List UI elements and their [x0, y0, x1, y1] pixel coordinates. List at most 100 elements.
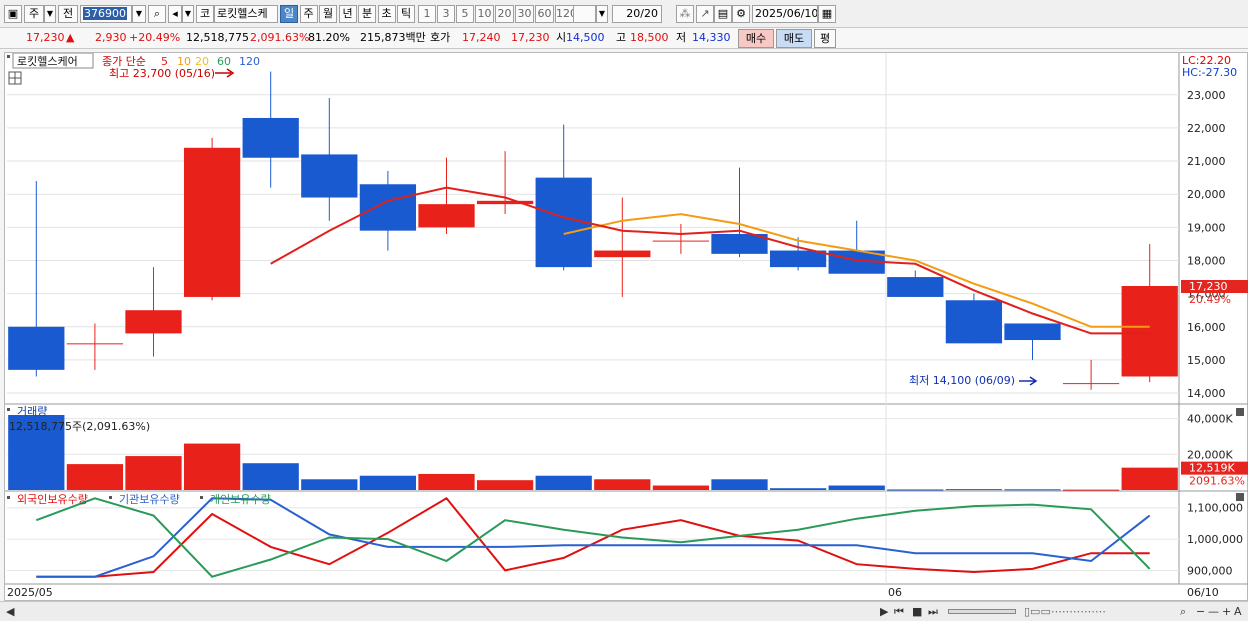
candle-body	[242, 117, 299, 158]
volume-ratio: 81.20%	[308, 31, 350, 44]
layout-icon[interactable]: ▣	[4, 5, 22, 23]
trade-amount: 215,873백만	[360, 31, 426, 44]
holdings-line-2	[35, 497, 1151, 578]
stop-icon[interactable]: ■	[912, 605, 922, 619]
prev-button[interactable]: 전	[58, 5, 78, 23]
x-label-left: 2025/05	[7, 586, 53, 599]
price-tick-label: 22,000	[1187, 122, 1226, 135]
volume-value: 12,518,775	[186, 31, 249, 44]
last-price-label: 17,230	[1189, 280, 1228, 293]
candle-body	[125, 310, 182, 334]
close-pane-icon	[1236, 493, 1244, 501]
legend-bullet	[109, 496, 112, 499]
scroll-left-icon[interactable]: ◀	[6, 605, 14, 619]
stock-code-input[interactable]: 376900	[80, 5, 132, 23]
price-tick-label: 21,000	[1187, 155, 1226, 168]
price-tick-label: 18,000	[1187, 254, 1226, 267]
legend-bullet	[7, 408, 10, 411]
legend-bullet	[200, 496, 203, 499]
low-price: 14,330	[692, 31, 731, 44]
candle-body	[301, 154, 358, 198]
volume-bar	[769, 488, 827, 490]
volume-bar	[652, 485, 710, 490]
close-pane-icon	[1236, 408, 1244, 416]
zoom-icon[interactable]: ⌕	[1180, 605, 1186, 619]
minus-icon[interactable]: —	[1208, 605, 1219, 619]
interval-5-button[interactable]: 30	[515, 5, 534, 23]
zoom-in-icon[interactable]: +	[1222, 605, 1231, 619]
period-2-button[interactable]: 월	[319, 5, 337, 23]
holdings-tick-label: 1,000,000	[1187, 533, 1243, 546]
ma-period-60-label: 60	[217, 55, 231, 68]
interval-1-button[interactable]: 3	[437, 5, 455, 23]
sound-dropdown-icon[interactable]: ▼	[182, 5, 194, 23]
market-select[interactable]: 주	[24, 5, 44, 23]
last-icon[interactable]: ⏭	[928, 605, 938, 619]
change-percent: +20.49%	[129, 31, 181, 44]
period-3-button[interactable]: 년	[338, 5, 357, 23]
date-input[interactable]: 2025/06/10	[752, 5, 818, 23]
period-4-button[interactable]: 분	[358, 5, 376, 23]
price-tick-label: 16,000	[1187, 321, 1226, 334]
compare-icon[interactable]: ⁂	[676, 5, 694, 23]
interval-dropdown-icon[interactable]: ▼	[596, 5, 608, 23]
save-icon[interactable]: ▤	[714, 5, 732, 23]
first-icon[interactable]: ⏮	[894, 605, 904, 619]
last-pct-label: 20.49%	[1189, 293, 1231, 306]
code-dropdown-icon[interactable]: ▼	[132, 5, 146, 23]
hoga-label: 호가	[430, 31, 451, 44]
interval-2-button[interactable]: 5	[456, 5, 474, 23]
period-6-button[interactable]: 틱	[397, 5, 415, 23]
candle-body	[66, 343, 124, 345]
volume-bar	[1004, 489, 1061, 491]
stock-name: 로킷헬스케	[214, 5, 278, 23]
max-arrow-icon	[215, 68, 235, 78]
candle-body	[418, 204, 475, 228]
candle-body	[1121, 286, 1178, 377]
change-value: 2,930	[95, 31, 127, 44]
draw-icon[interactable]: ↗	[696, 5, 714, 23]
font-icon[interactable]: A	[1234, 605, 1242, 619]
search-icon[interactable]: ⌕	[148, 5, 166, 23]
count-input[interactable]: 20/20	[612, 5, 662, 23]
candle-body	[8, 326, 65, 370]
chart-area[interactable]: 14,000 15,000 16,000 17,000 18,000 19,000 20,0…	[4, 52, 1248, 601]
x-label-mid: 06	[888, 586, 902, 599]
period-1-button[interactable]: 주	[299, 5, 318, 23]
interval-7-button[interactable]: 120	[555, 5, 574, 23]
volume-title: 거래량	[17, 405, 47, 418]
volume-bar	[359, 475, 417, 490]
interval-extra-input[interactable]	[572, 5, 596, 23]
price-tick-label: 19,000	[1187, 221, 1226, 234]
min-price-label: 최저 14,100 (06/09)	[909, 374, 1015, 387]
period-0-button[interactable]: 일	[280, 5, 298, 23]
zoom-out-icon[interactable]: −	[1196, 605, 1205, 619]
legend-individual: 개인보유수량	[210, 493, 271, 506]
sound-icon[interactable]: ◂	[168, 5, 182, 23]
zoom-slider[interactable]	[948, 609, 1016, 614]
x-label-right: 06/10	[1187, 586, 1219, 599]
interval-4-button[interactable]: 20	[495, 5, 514, 23]
sell-button[interactable]: 매도	[776, 29, 812, 48]
volume-bar	[476, 480, 534, 490]
interval-0-button[interactable]: 1	[418, 5, 436, 23]
volume-bar	[1062, 489, 1120, 491]
chart-title: 로킷헬스케어	[17, 55, 78, 68]
interval-3-button[interactable]: 10	[475, 5, 494, 23]
market-dropdown-icon[interactable]: ▼	[44, 5, 56, 23]
avg-button[interactable]: 평	[814, 29, 836, 48]
tool-icons[interactable]: ▯▭▭⋯⋯⋯⋯⋯	[1024, 605, 1106, 619]
interval-6-button[interactable]: 60	[535, 5, 554, 23]
period-5-button[interactable]: 초	[377, 5, 396, 23]
gear-icon[interactable]: ⚙	[732, 5, 750, 23]
calendar-icon[interactable]: ▦	[818, 5, 836, 23]
volume-bar	[183, 443, 241, 490]
last-volume-pct-label: 2091.63%	[1189, 475, 1245, 488]
volume-bar	[242, 463, 299, 490]
min-arrow-icon	[1019, 376, 1038, 386]
buy-button[interactable]: 매수	[738, 29, 774, 48]
scroll-right-icon[interactable]: ▶	[880, 605, 888, 619]
legend-institution: 기관보유수량	[119, 493, 180, 506]
ask-price: 17,240	[462, 31, 501, 44]
volume-bar	[66, 464, 124, 490]
